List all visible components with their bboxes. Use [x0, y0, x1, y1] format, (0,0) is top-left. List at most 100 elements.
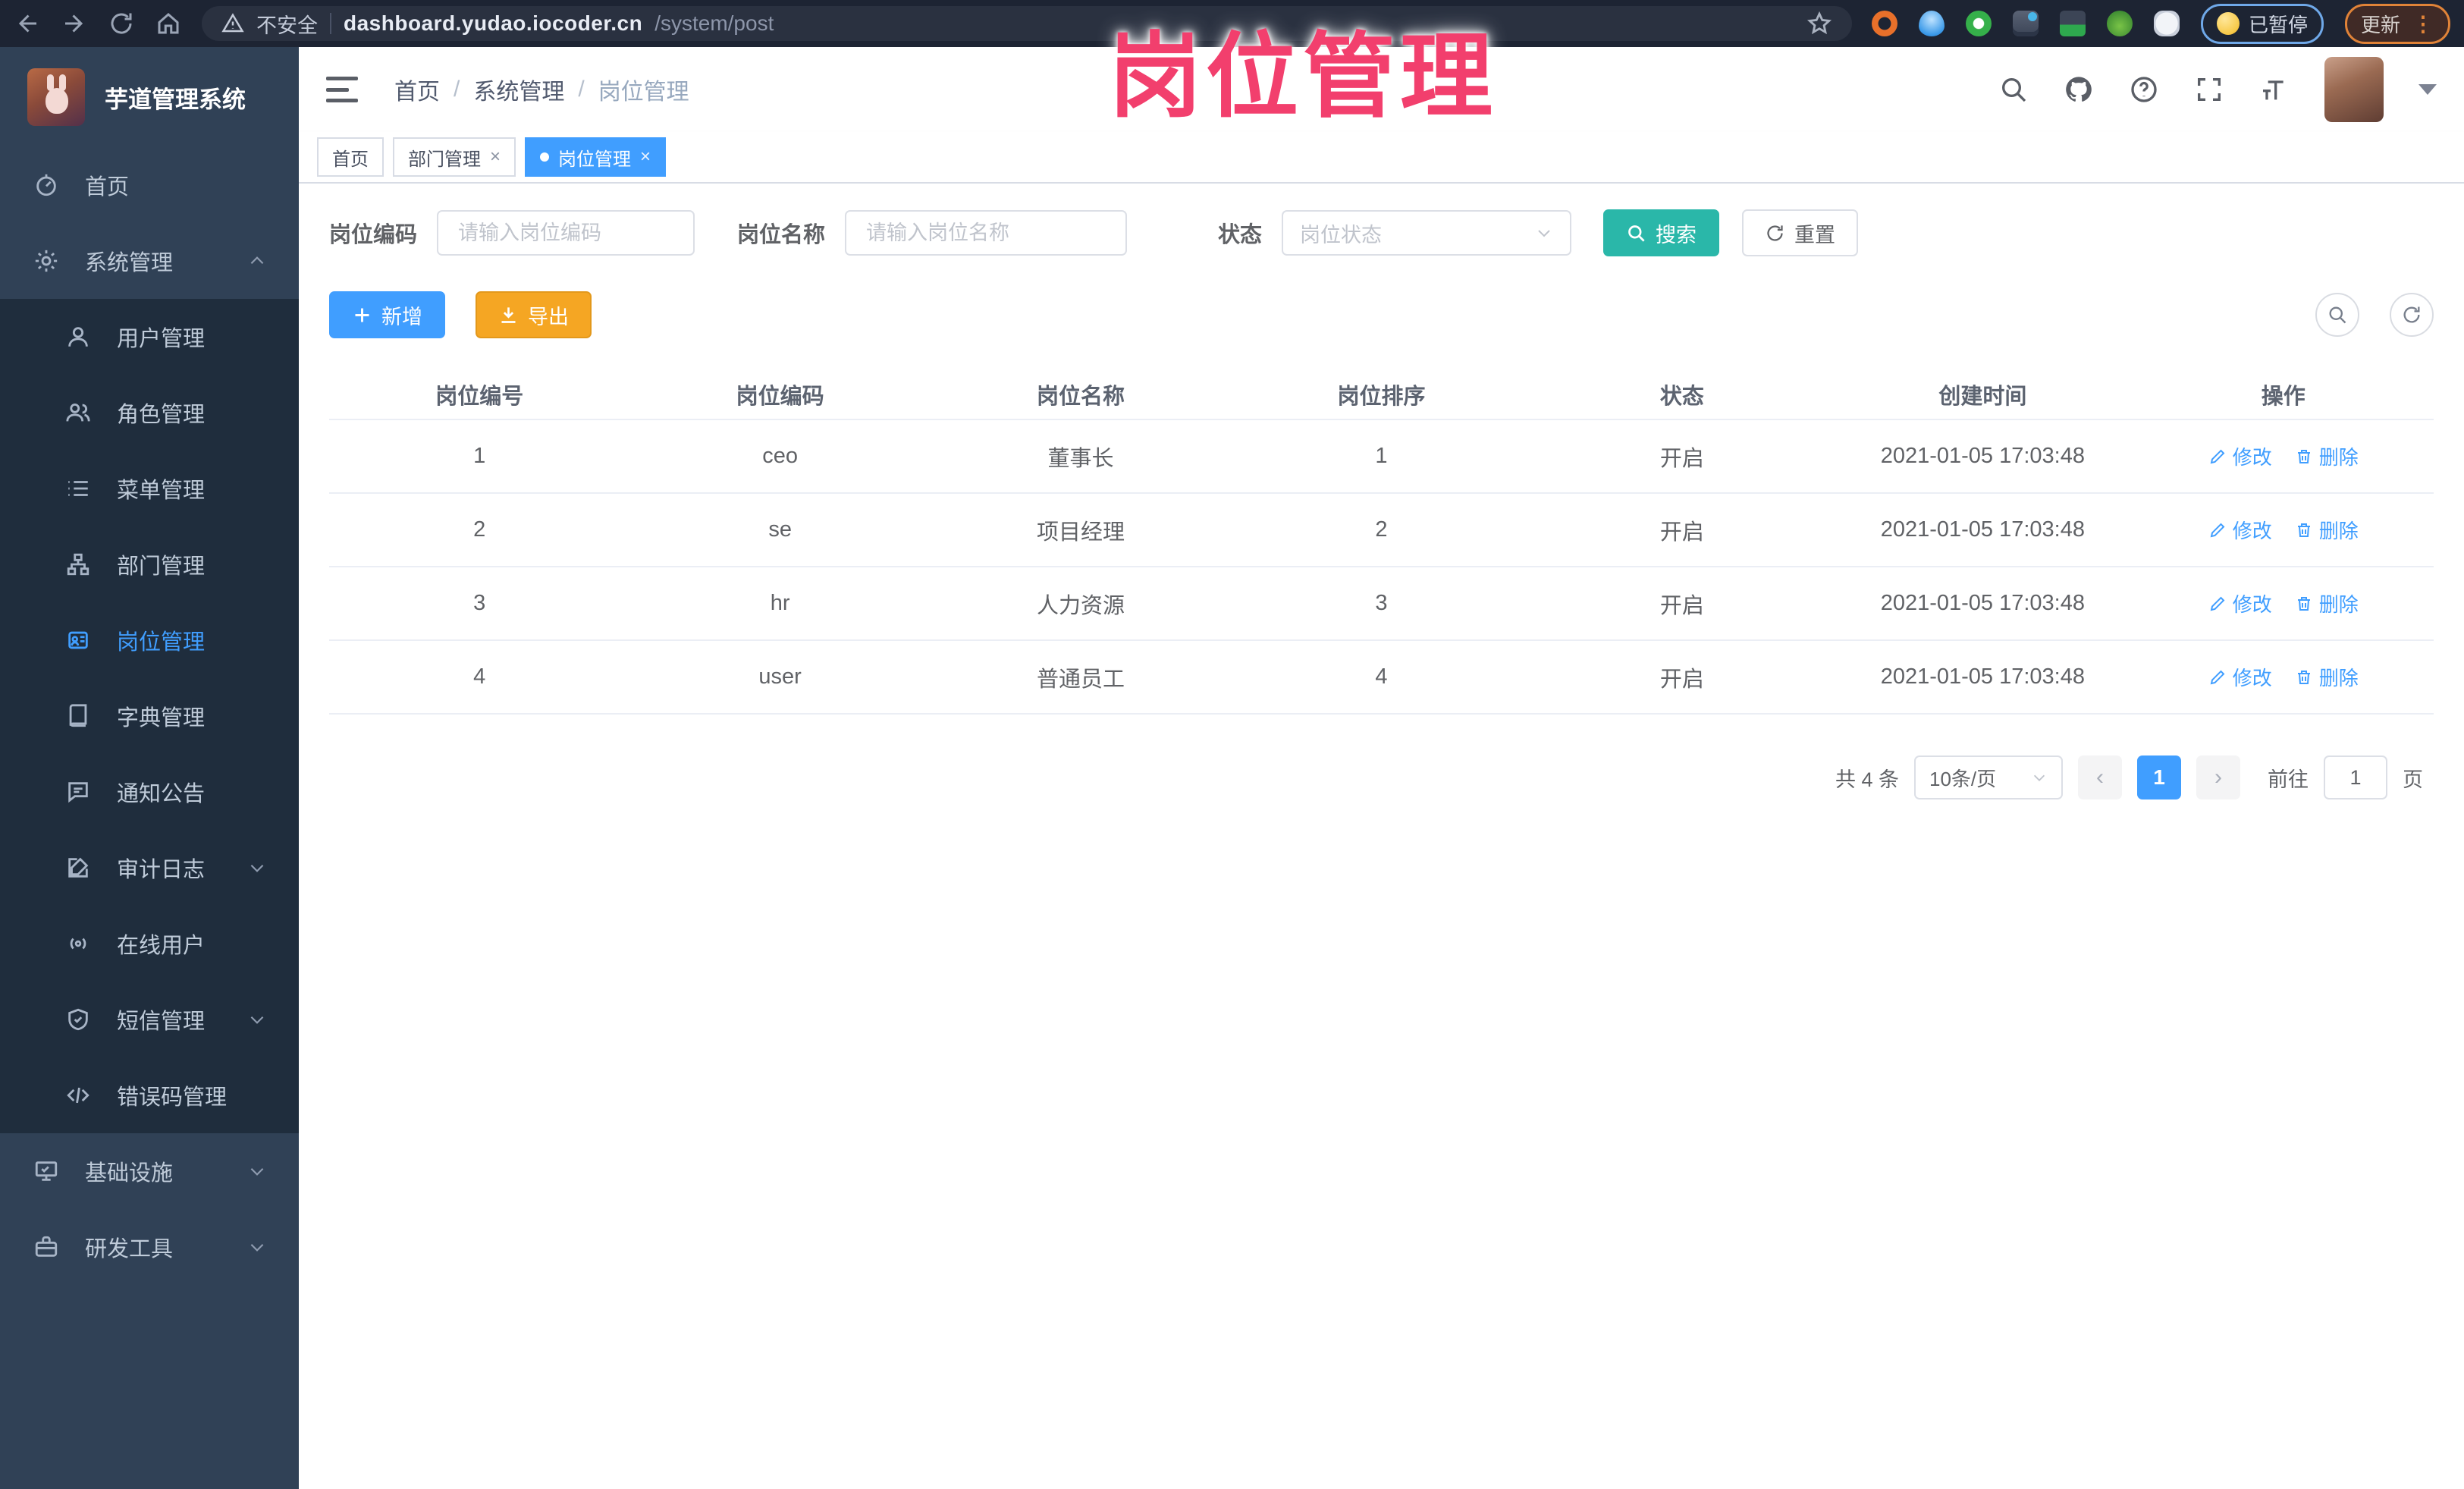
reset-button[interactable]: 重置	[1742, 209, 1859, 256]
delete-link[interactable]: 删除	[2295, 663, 2359, 691]
tab-home[interactable]: 首页	[317, 137, 384, 177]
github-icon[interactable]	[2064, 74, 2094, 105]
address-bar[interactable]: 不安全 dashboard.yudao.iocoder.cn /system/p…	[202, 6, 1852, 41]
cell-post-sort: 4	[1375, 664, 1388, 689]
sidebar-item-label: 错误码管理	[117, 1085, 228, 1110]
extension-icon-profile-switcher[interactable]	[2012, 11, 2039, 36]
post-code-input[interactable]	[437, 210, 695, 256]
search-button[interactable]: 搜索	[1603, 209, 1720, 256]
online-signal-icon	[65, 931, 91, 957]
edit-link[interactable]: 修改	[2208, 589, 2272, 617]
breadcrumb-section[interactable]: 系统管理	[473, 73, 564, 106]
post-name-input[interactable]	[845, 210, 1128, 256]
app-logo-row[interactable]: 芋道管理系统	[0, 47, 299, 147]
status-select[interactable]: 岗位状态	[1282, 210, 1572, 256]
column-header: 岗位编码	[736, 385, 824, 409]
avatar-caret-down-icon[interactable]	[2418, 84, 2437, 95]
sidebar-item-online-users[interactable]: 在线用户	[0, 906, 299, 982]
sidebar-item-error-codes[interactable]: 错误码管理	[0, 1057, 299, 1133]
edit-square-icon	[65, 855, 91, 881]
toggle-search-button[interactable]	[2315, 293, 2359, 337]
edit-link[interactable]: 修改	[2208, 442, 2272, 470]
extension-icon-green-check[interactable]	[1965, 11, 1992, 36]
next-page-button[interactable]: ›	[2196, 755, 2240, 799]
extension-icon-plant[interactable]	[2106, 11, 2133, 36]
cell-post-status: 开启	[1659, 593, 1704, 618]
sidebar-item-label: 岗位管理	[117, 630, 206, 655]
search-icon[interactable]	[1998, 74, 2029, 105]
sidebar-item-audit-log[interactable]: 审计日志	[0, 830, 299, 906]
sidebar: 芋道管理系统 首页 系统管理 用户管理 角色管理 菜单管理 部门管理 岗位管理 …	[0, 47, 299, 1489]
sidebar-item-home[interactable]: 首页	[0, 147, 299, 223]
browser-update-button[interactable]: 更新 ⋮	[2344, 3, 2450, 44]
prev-page-button[interactable]: ‹	[2078, 755, 2122, 799]
sidebar-item-roles[interactable]: 角色管理	[0, 375, 299, 451]
extension-icon-orange-ring[interactable]	[1871, 11, 1897, 36]
update-label: 更新	[2360, 13, 2400, 36]
extensions-row: 已暂停 更新 ⋮	[1871, 3, 2450, 44]
sidebar-item-departments[interactable]: 部门管理	[0, 526, 299, 602]
fullscreen-icon[interactable]	[2194, 74, 2224, 105]
sidebar-item-infrastructure[interactable]: 基础设施	[0, 1133, 299, 1209]
chevron-down-icon	[247, 858, 267, 878]
sidebar-item-dev-tools[interactable]: 研发工具	[0, 1209, 299, 1285]
edit-link[interactable]: 修改	[2208, 663, 2272, 691]
extensions-puzzle-icon[interactable]	[2153, 11, 2180, 36]
browser-menu-kebab-icon[interactable]: ⋮	[2412, 11, 2434, 36]
breadcrumb-home[interactable]: 首页	[394, 73, 440, 106]
tab-close-icon[interactable]: ×	[490, 146, 501, 168]
sidebar-item-posts[interactable]: 岗位管理	[0, 602, 299, 678]
back-icon[interactable]	[14, 10, 41, 37]
sidebar-item-menus[interactable]: 菜单管理	[0, 451, 299, 526]
sidebar-item-sms[interactable]: 短信管理	[0, 982, 299, 1057]
goto-page-input[interactable]	[2324, 755, 2387, 799]
column-header: 创建时间	[1938, 385, 2027, 409]
bookmark-star-icon[interactable]	[1806, 11, 1832, 36]
edit-link[interactable]: 修改	[2208, 516, 2272, 544]
cell-post-created: 2021-01-05 17:03:48	[1880, 664, 2085, 689]
tab-posts[interactable]: 岗位管理 ×	[525, 137, 667, 177]
reload-icon[interactable]	[108, 10, 135, 37]
extension-icon-blue-pin[interactable]	[1918, 11, 1945, 36]
tab-label: 首页	[332, 149, 369, 170]
sidebar-item-users[interactable]: 用户管理	[0, 299, 299, 375]
breadcrumb-current: 岗位管理	[598, 80, 689, 105]
cell-post-code: user	[758, 664, 802, 689]
tab-close-icon[interactable]: ×	[640, 146, 651, 168]
sidebar-item-notices[interactable]: 通知公告	[0, 754, 299, 830]
font-size-icon[interactable]	[2259, 74, 2290, 105]
sidebar-item-dictionary[interactable]: 字典管理	[0, 678, 299, 754]
table-toolbar: 新增 导出	[329, 291, 2434, 338]
security-label[interactable]: 不安全	[256, 9, 318, 39]
page-1-button[interactable]: 1	[2137, 755, 2181, 799]
badge-icon	[65, 627, 91, 653]
hamburger-icon[interactable]	[326, 77, 358, 102]
column-header: 状态	[1659, 385, 1704, 409]
chevron-down-icon	[247, 1161, 267, 1181]
book-icon	[65, 703, 91, 729]
url-host[interactable]: dashboard.yudao.iocoder.cn	[344, 11, 642, 36]
home-icon[interactable]	[155, 10, 182, 37]
delete-link[interactable]: 删除	[2295, 442, 2359, 470]
extension-icon-gtm[interactable]	[2059, 11, 2086, 36]
sidebar-item-system[interactable]: 系统管理	[0, 223, 299, 299]
post-name-label: 岗位名称	[737, 223, 826, 247]
delete-link[interactable]: 删除	[2295, 516, 2359, 544]
browser-chrome: 不安全 dashboard.yudao.iocoder.cn /system/p…	[0, 0, 2464, 47]
column-header: 岗位名称	[1037, 385, 1125, 409]
tab-departments[interactable]: 部门管理 ×	[393, 137, 516, 177]
sidebar-item-label: 通知公告	[117, 782, 206, 806]
paused-extension-badge[interactable]: 已暂停	[2200, 3, 2324, 44]
add-button[interactable]: 新增	[329, 291, 445, 338]
user-avatar[interactable]	[2324, 57, 2384, 122]
goto-unit-label: 页	[2403, 768, 2423, 791]
app-title: 芋道管理系统	[105, 86, 246, 113]
question-icon[interactable]	[2129, 74, 2159, 105]
page-size-select[interactable]: 10条/页	[1914, 755, 2063, 799]
forward-icon[interactable]	[61, 10, 88, 37]
trash-icon	[2295, 448, 2313, 466]
url-path[interactable]: /system/post	[654, 11, 774, 36]
export-button[interactable]: 导出	[476, 291, 592, 338]
delete-link[interactable]: 删除	[2295, 589, 2359, 617]
refresh-table-button[interactable]	[2390, 293, 2434, 337]
